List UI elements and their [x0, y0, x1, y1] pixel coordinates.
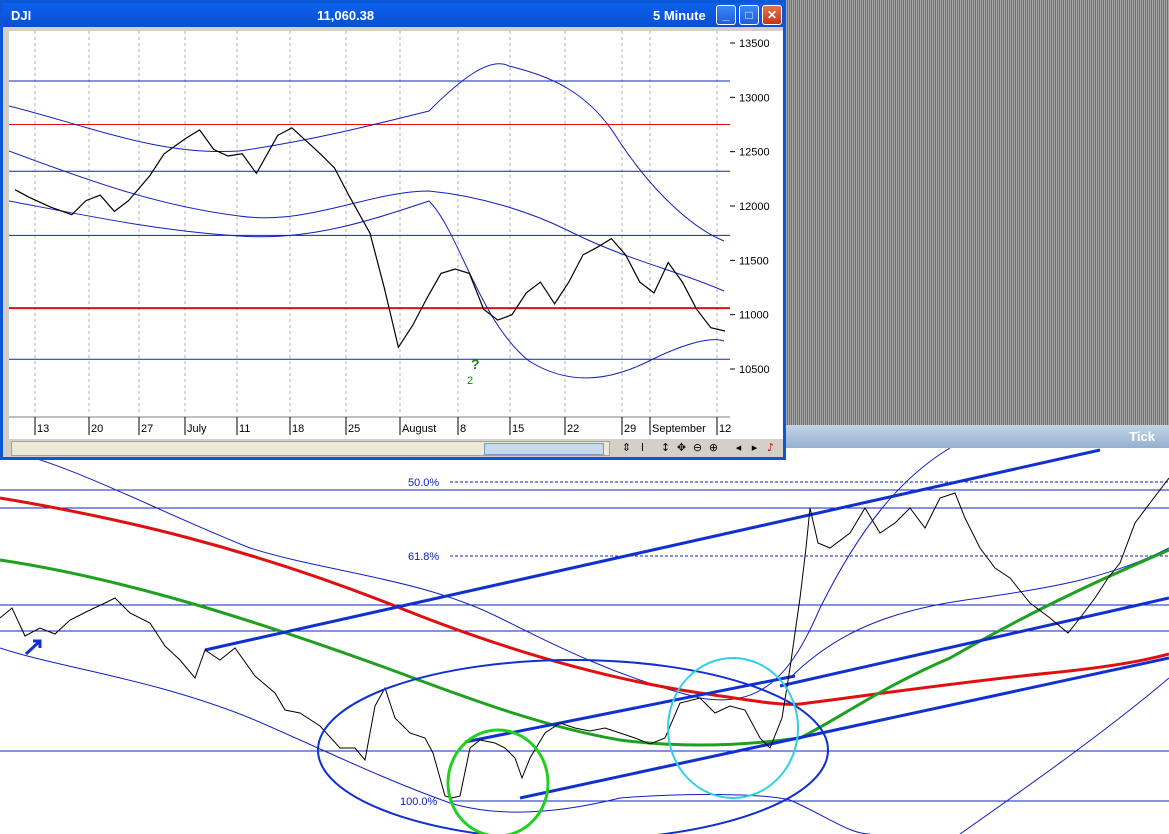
x-tick-label: 29: [624, 423, 636, 435]
cursor-icon[interactable]: I: [635, 440, 650, 455]
bell-icon[interactable]: ♪: [763, 440, 778, 455]
x-tick-label: 25: [348, 423, 360, 435]
minimize-button[interactable]: _: [716, 5, 736, 25]
vertical-move-icon[interactable]: ↕: [658, 440, 673, 455]
move-icon[interactable]: ✥: [674, 440, 689, 455]
x-tick-label: 18: [292, 423, 304, 435]
tick-panel-title: Tick: [1129, 429, 1155, 444]
x-tick-label: August: [402, 423, 436, 435]
tick-panel-header: Tick: [786, 425, 1169, 448]
green-moving-average: [0, 548, 1169, 747]
y-tick-label: 11000: [739, 310, 769, 322]
x-tick-label: September: [652, 423, 706, 435]
window-title-bar[interactable]: DJI 11,060.38 5 Minute _ □ ✕: [3, 3, 783, 27]
background-area: [786, 0, 1169, 425]
red-moving-average: [0, 496, 1169, 706]
x-tick-label: 22: [567, 423, 579, 435]
fib-label-100: 100.0%: [400, 796, 438, 808]
y-tick-label: 12500: [739, 147, 770, 159]
fib-label-618: 61.8%: [408, 551, 439, 563]
window-value: 11,060.38: [317, 8, 375, 23]
dji-chart-window[interactable]: DJI 11,060.38 5 Minute _ □ ✕ ? 2 13500 130…: [0, 0, 786, 460]
x-tick-label: 12: [719, 423, 731, 435]
envelope-far-curve: [959, 677, 1169, 834]
trendline-upper: [204, 448, 1101, 652]
scroll-toolbar: ⇕ I ↕ ✥ ⊖ ⊕ ◂ ▸ ♪: [9, 439, 783, 457]
x-tick-label: 27: [141, 423, 153, 435]
y-tick-label: 11500: [739, 255, 769, 267]
scroll-right-icon[interactable]: ▸: [747, 440, 762, 455]
x-tick-label: 8: [460, 423, 466, 435]
x-tick-label: 20: [91, 423, 103, 435]
daily-price-plot: ?2: [9, 31, 730, 413]
envelope-mid-curve: [789, 547, 1169, 679]
tick-chart: 50.0% 61.8% 100.0%: [0, 448, 1169, 834]
y-tick-label: 12000: [739, 201, 770, 213]
x-tick-label: July: [187, 423, 207, 435]
zoom-out-icon[interactable]: ⊖: [690, 440, 705, 455]
scroll-thumb[interactable]: [484, 443, 604, 455]
trendline-right: [779, 596, 1169, 688]
horizontal-scrollbar[interactable]: [11, 441, 610, 456]
fib-label-50: 50.0%: [408, 477, 439, 489]
y-tick-label: 10500: [739, 364, 770, 376]
x-tick-label: 11: [239, 423, 250, 435]
window-interval: 5 Minute: [653, 8, 706, 23]
y-axis: 13500 13000 12500 12000 11500 11000 10500: [730, 31, 783, 413]
annotation-question: ?: [471, 356, 480, 372]
y-tick-label: 13000: [739, 92, 770, 104]
scroll-left-icon[interactable]: ◂: [731, 440, 746, 455]
y-tick-label: 13500: [739, 38, 770, 50]
window-title: DJI: [11, 8, 32, 23]
zoom-in-icon[interactable]: ⊕: [706, 440, 721, 455]
minimize-icon: _: [722, 8, 730, 22]
scale-icon[interactable]: ⇕: [619, 440, 634, 455]
x-tick-label: 13: [37, 423, 49, 435]
trendline-channel-bottom: [519, 656, 1169, 800]
close-icon: ✕: [766, 8, 778, 22]
annotation-2: 2: [467, 375, 473, 387]
x-tick-label: 15: [512, 423, 524, 435]
x-axis: 13 20 27 July 11 18 25 August 8 15 22 29 September 12: [9, 413, 783, 439]
price-line: [14, 127, 726, 349]
maximize-button[interactable]: □: [739, 5, 759, 25]
close-button[interactable]: ✕: [762, 5, 782, 25]
arrow-marker-icon: [24, 639, 42, 656]
maximize-icon: □: [745, 8, 753, 22]
upper-band-curve: [9, 63, 725, 242]
